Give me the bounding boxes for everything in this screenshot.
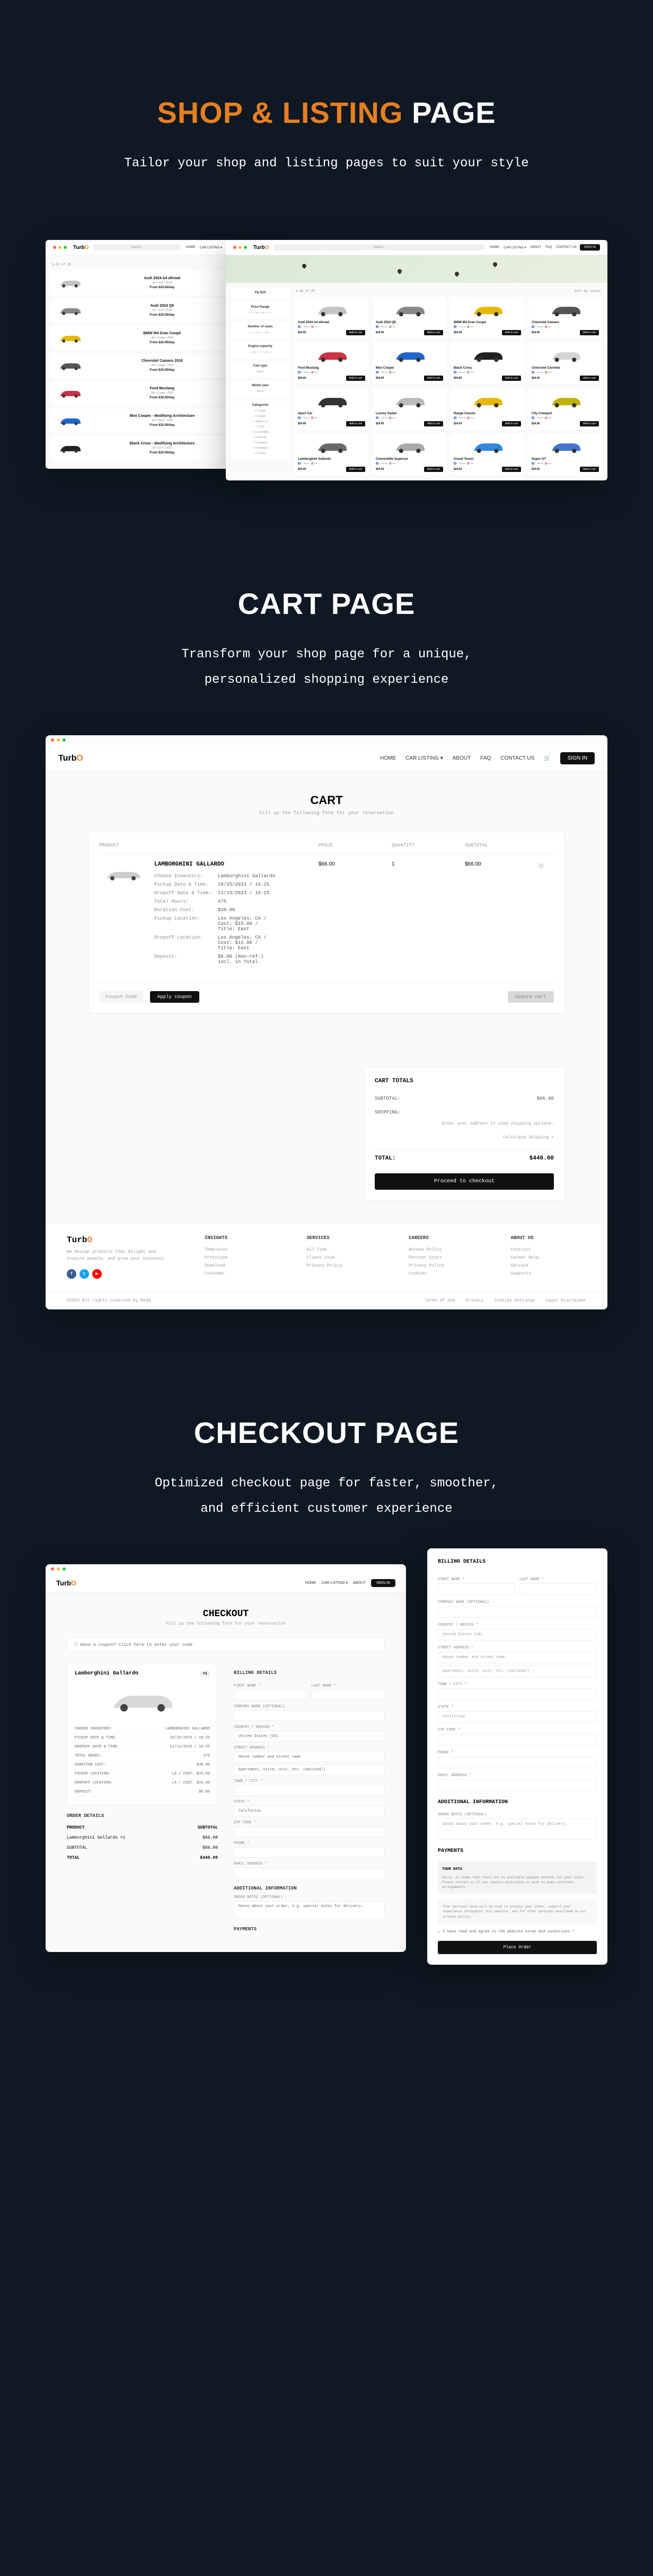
facebook-icon[interactable]: f <box>67 1269 76 1279</box>
product-card[interactable]: Grand Tourer ♿4⚙Auto⛽Gas $24.00 Add to c… <box>451 434 524 475</box>
terms-checkbox[interactable]: ☐I have read and agree to the website te… <box>438 1930 597 1935</box>
checkout-title: CHECKOUT PAGE <box>0 1415 653 1450</box>
page-title: CART <box>88 794 565 807</box>
product-card[interactable]: Black Cross ♿4⚙Auto⛽Gas $24.00 Add to ca… <box>451 343 524 384</box>
cart-desc: Transform your shop page for a unique, p… <box>0 642 653 693</box>
product-card[interactable]: Lamborghini Gallardo ♿4⚙Auto⛽Gas $24.00 … <box>295 434 368 475</box>
signin-button[interactable]: SIGN IN <box>580 244 600 251</box>
cart-title: CART PAGE <box>0 586 653 621</box>
cart-icon[interactable]: 🛒 <box>544 755 550 761</box>
shop-mockup-grid: TurbO Search... HOME CAR LISTING ▾ ABOUT… <box>226 240 607 480</box>
signin-button[interactable]: SIGN IN <box>560 752 595 764</box>
product-card[interactable]: Ford Mustang ♿4⚙Auto⛽Gas $24.00 Add to c… <box>295 343 368 384</box>
product-card[interactable]: Audi 2024 Q5 ♿4⚙Auto⛽Gas $24.00 Add to c… <box>373 297 446 338</box>
logo: TurbO <box>73 245 89 251</box>
search-input[interactable]: Search... <box>274 244 484 251</box>
twitter-icon[interactable]: t <box>80 1269 89 1279</box>
update-cart-button[interactable]: Update cart <box>508 991 554 1003</box>
coupon-notice[interactable]: ⓘ Have a coupon? Click here to enter you… <box>67 1637 385 1652</box>
map-view[interactable] <box>226 255 607 283</box>
youtube-icon[interactable]: ▶ <box>92 1269 102 1279</box>
coupon-input[interactable]: Coupon Code <box>99 991 143 1003</box>
order-product: Lamborghini Gallardo ×1 CHOOSE INVENTORY… <box>67 1663 218 1805</box>
logo: TurbO <box>58 754 83 763</box>
cart-section: CART PAGE Transform your shop page for a… <box>0 586 653 1309</box>
product-card[interactable]: BMW M4 Gran Coupé ♿4⚙Auto⛽Gas $24.00 Add… <box>451 297 524 338</box>
product-card[interactable]: Chevrolet Corvette ♿4⚙Auto⛽Gas $24.00 Ad… <box>528 343 602 384</box>
cart-totals: CART TOTALS SUBTOTAL:$66.00 SHIPPING: En… <box>364 1067 565 1201</box>
product-card[interactable]: Sport Car ♿4⚙Auto⛽Gas $24.00 Add to cart <box>295 388 368 430</box>
product-card[interactable]: Convertible Supercar ♿4⚙Auto⛽Gas $24.00 … <box>373 434 446 475</box>
shop-mockups: TurbO Search... HOME CAR LISTING ▾ ABOUT… <box>46 240 607 480</box>
search-input[interactable]: Search... <box>94 244 180 251</box>
product-card[interactable]: Luxury Sedan ♿4⚙Auto⛽Gas $24.00 Add to c… <box>373 388 446 430</box>
cart-table: PRODUCT PRICE QUANTITY SUBTOTAL LAMBORGH… <box>88 832 565 1014</box>
shop-title: SHOP & LISTING PAGE <box>0 95 653 130</box>
cart-item-row: LAMBORGHINI GALLARDO Choose Inventory:La… <box>99 854 554 974</box>
product-card[interactable]: Super GT ♿4⚙Auto⛽Gas $24.00 Add to cart <box>528 434 602 475</box>
product-card[interactable]: Range Classic ♿4⚙Auto⛽Gas $24.00 Add to … <box>451 388 524 430</box>
apply-coupon-button[interactable]: Apply coupon <box>150 991 199 1003</box>
checkout-mockups: TurbO HOME CAR LISTING ▾ ABOUT SIGN IN C… <box>46 1564 607 2041</box>
filter-sidebar: FILTER Price Range────●──●──── Number of… <box>231 288 289 475</box>
checkout-section: CHECKOUT PAGE Optimized checkout page fo… <box>0 1415 653 2041</box>
proceed-checkout-button[interactable]: Proceed to checkout <box>375 1173 554 1190</box>
product-card[interactable]: Chevrolet Camaro ♿4⚙Auto⛽Gas $24.00 Add … <box>528 297 602 338</box>
mockup-header: TurbO Search... HOME CAR LISTING ▾ ABOUT… <box>226 240 607 255</box>
place-order-button[interactable]: Place Order <box>438 1941 597 1954</box>
remove-item-button[interactable]: ⊗ <box>538 861 554 870</box>
product-image <box>99 861 147 888</box>
product-card[interactable]: City Compact ♿4⚙Auto⛽Gas $24.00 Add to c… <box>528 388 602 430</box>
shop-desc: Tailor your shop and listing pages to su… <box>0 151 653 176</box>
checkout-page-mockup: TurbO HOME CAR LISTING ▾ ABOUT SIGN IN C… <box>46 1564 406 1952</box>
product-card[interactable]: Audi 2024 A4 allroad ♿4⚙Auto⛽Gas $24.00 … <box>295 297 368 338</box>
checkout-desc: Optimized checkout page for faster, smoo… <box>0 1471 653 1522</box>
product-card[interactable]: Mini Cooper ♿4⚙Auto⛽Gas $24.00 Add to ca… <box>373 343 446 384</box>
footer: TurbO We design products that delight an… <box>46 1222 607 1291</box>
cart-mockup: TurbO HOME CAR LISTING ▾ ABOUT FAQ CONTA… <box>46 735 607 1309</box>
traffic-lights <box>53 246 67 249</box>
billing-panel: BILLING DETAILS FIRST NAME * LAST NAME *… <box>427 1548 607 1965</box>
shop-listing-section: SHOP & LISTING PAGE Tailor your shop and… <box>0 95 653 480</box>
